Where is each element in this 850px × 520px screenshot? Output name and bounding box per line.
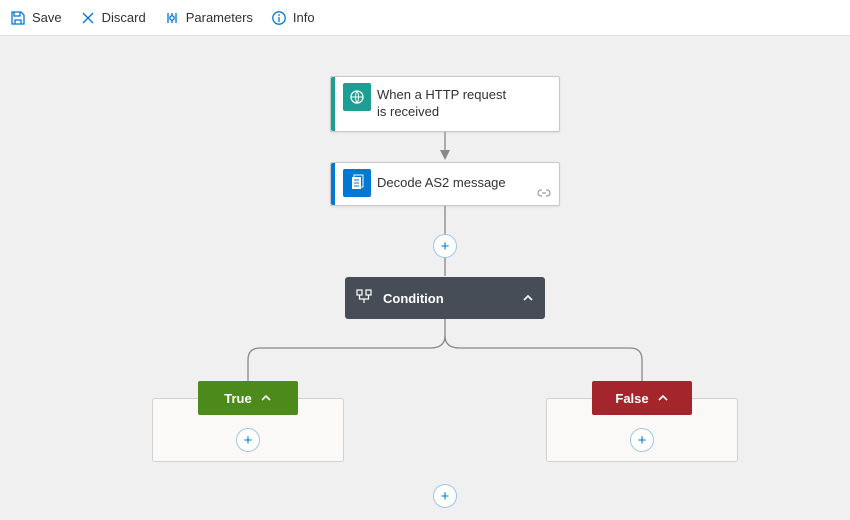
save-button[interactable]: Save [10,10,62,26]
condition-node[interactable]: Condition [345,277,545,319]
add-step-button[interactable]: + [433,234,457,258]
toolbar: Save Discard Parameters Info [0,0,850,36]
add-step-false-button[interactable]: + [630,428,654,452]
add-step-true-button[interactable]: + [236,428,260,452]
false-branch-header[interactable]: False [592,381,692,415]
false-label: False [615,391,648,406]
info-button[interactable]: Info [271,10,315,26]
decode-node[interactable]: Decode AS2 message [330,162,560,206]
save-icon [10,10,26,26]
chevron-up-icon [260,392,272,404]
link-icon [537,186,551,201]
plus-icon: + [638,433,647,448]
plus-icon: + [441,489,450,504]
plus-icon: + [441,239,450,254]
http-trigger-icon [343,83,371,111]
plus-icon: + [244,433,253,448]
add-step-after-condition-button[interactable]: + [433,484,457,508]
accent-bar [331,163,335,205]
document-icon [343,169,371,197]
true-branch-header[interactable]: True [198,381,298,415]
condition-label: Condition [383,291,511,306]
trigger-node[interactable]: When a HTTP request is received [330,76,560,132]
save-label: Save [32,10,62,25]
accent-bar [331,77,335,131]
chevron-up-icon[interactable] [521,291,535,305]
info-icon [271,10,287,26]
chevron-up-icon [657,392,669,404]
discard-label: Discard [102,10,146,25]
condition-icon [355,288,373,309]
parameters-button[interactable]: Parameters [164,10,253,26]
true-label: True [224,391,251,406]
decode-label: Decode AS2 message [377,163,516,204]
parameters-label: Parameters [186,10,253,25]
trigger-label: When a HTTP request is received [377,77,527,131]
close-icon [80,10,96,26]
parameters-icon [164,10,180,26]
designer-canvas[interactable]: When a HTTP request is received Decode A… [0,36,850,520]
info-label: Info [293,10,315,25]
discard-button[interactable]: Discard [80,10,146,26]
